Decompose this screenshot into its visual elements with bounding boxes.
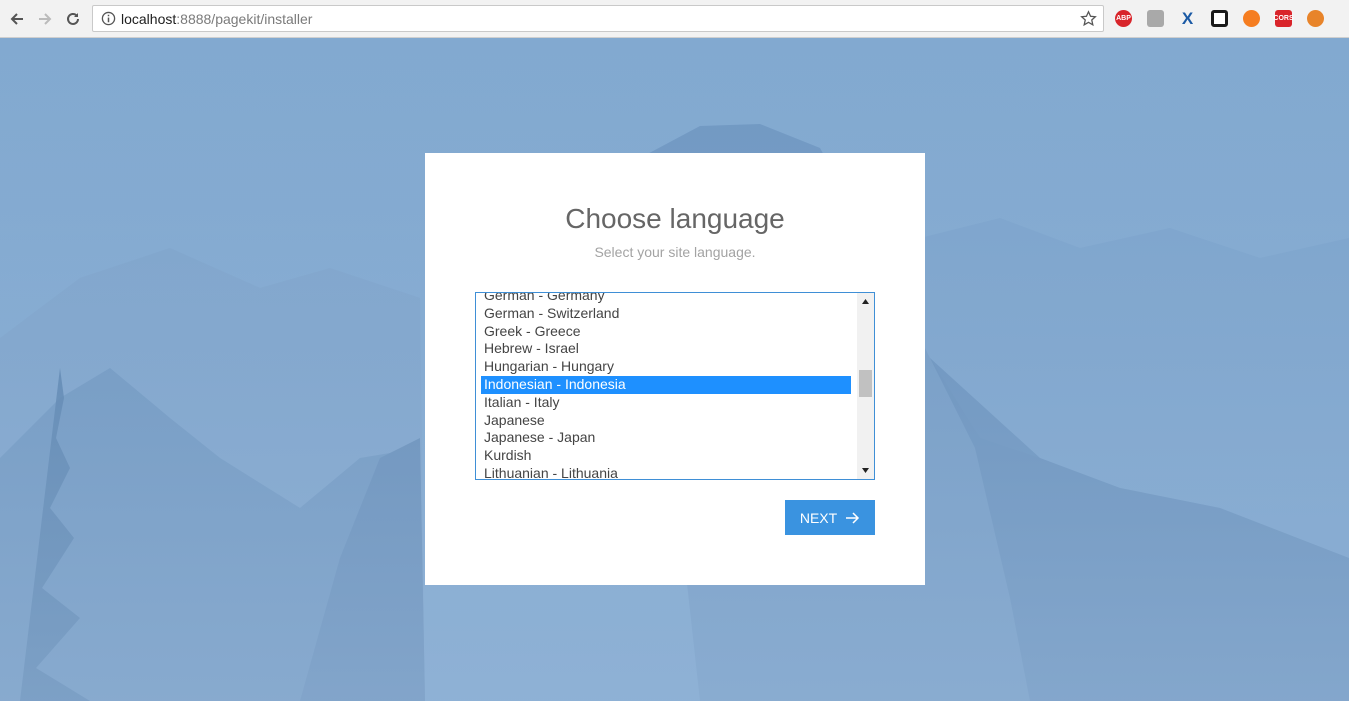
triangle-down-icon bbox=[862, 468, 869, 473]
browser-toolbar: localhost:8888/pagekit/installer ABP X COR… bbox=[0, 0, 1349, 38]
reload-button[interactable] bbox=[61, 7, 85, 31]
language-option[interactable]: Lithuanian - Lithuania bbox=[481, 465, 851, 479]
bookmark-square-icon[interactable] bbox=[1211, 10, 1228, 27]
language-option[interactable]: German - Germany bbox=[481, 293, 851, 305]
scroll-up-button[interactable] bbox=[857, 293, 874, 310]
xing-x-icon[interactable]: X bbox=[1179, 9, 1196, 28]
info-icon[interactable] bbox=[101, 11, 116, 26]
language-option[interactable]: German - Switzerland bbox=[481, 305, 851, 323]
url-path: :8888/pagekit/installer bbox=[176, 11, 313, 27]
language-option[interactable]: Japanese bbox=[481, 412, 851, 430]
language-listbox[interactable]: German - Germany German - Switzerland Gree… bbox=[475, 292, 875, 480]
url-host: localhost bbox=[121, 11, 177, 27]
triangle-up-icon bbox=[862, 299, 869, 304]
extension-grey-icon[interactable] bbox=[1147, 10, 1164, 27]
url-text[interactable]: localhost:8888/pagekit/installer bbox=[121, 11, 312, 27]
next-button-label: NEXT bbox=[799, 509, 838, 526]
next-button[interactable]: NEXT bbox=[785, 500, 875, 535]
listbox-scrollbar[interactable] bbox=[857, 293, 874, 479]
forward-arrow-icon bbox=[39, 13, 52, 25]
address-bar[interactable]: localhost:8888/pagekit/installer bbox=[92, 5, 1104, 32]
arrow-right-icon bbox=[846, 511, 860, 524]
reload-icon bbox=[67, 12, 79, 25]
language-option[interactable]: Hungarian - Hungary bbox=[481, 358, 851, 376]
forward-button[interactable] bbox=[33, 7, 57, 31]
installer-card: Choose language Select your site languag… bbox=[425, 153, 925, 585]
language-option[interactable]: Greek - Greece bbox=[481, 323, 851, 341]
language-option[interactable]: Hebrew - Israel bbox=[481, 340, 851, 358]
bookmark-star-icon[interactable] bbox=[1080, 10, 1097, 27]
page-title: Choose language bbox=[565, 203, 785, 234]
language-option[interactable]: Japanese - Japan bbox=[481, 429, 851, 447]
scroll-down-button[interactable] bbox=[857, 462, 874, 479]
cors-icon[interactable]: CORS bbox=[1273, 10, 1294, 27]
language-option[interactable]: Kurdish bbox=[481, 447, 851, 465]
adblock-plus-icon[interactable]: ABP bbox=[1115, 10, 1132, 27]
fox-icon[interactable] bbox=[1307, 10, 1324, 27]
back-arrow-icon bbox=[10, 13, 23, 25]
orange-circle-icon[interactable] bbox=[1243, 10, 1260, 27]
language-option[interactable]: Indonesian - Indonesia bbox=[481, 375, 851, 394]
back-button[interactable] bbox=[5, 7, 29, 31]
language-option[interactable]: Italian - Italy bbox=[481, 394, 851, 412]
page-subtitle: Select your site language. bbox=[594, 244, 756, 260]
scrollbar-thumb[interactable] bbox=[859, 370, 872, 397]
language-options: German - Germany German - Switzerland Gree… bbox=[481, 293, 851, 479]
